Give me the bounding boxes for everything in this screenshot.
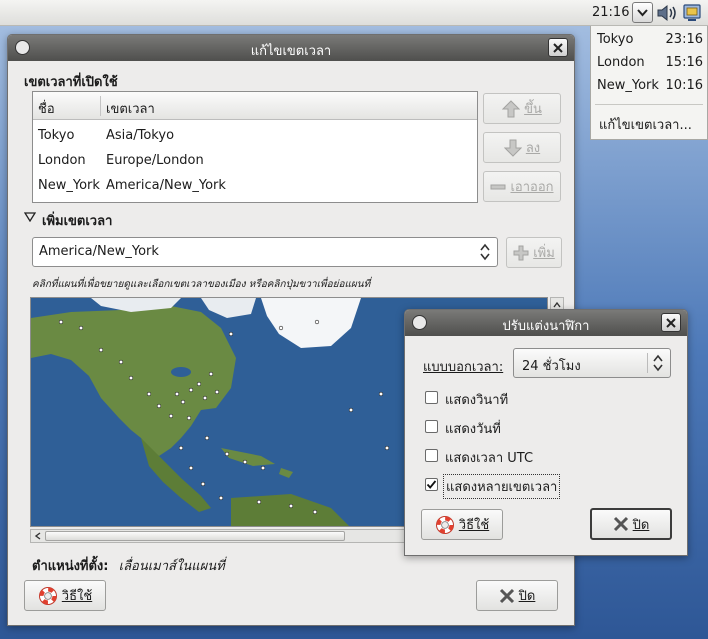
clock-format-label: แบบบอกเวลา:	[423, 360, 504, 375]
location-status: ตำแหน่งที่ตั้ง: เลื่อนเมาส์ในแผนที่	[32, 555, 225, 576]
location-city: London	[597, 55, 645, 70]
window-titlebar[interactable]: แก้ไขเขตเวลา	[8, 35, 574, 61]
table-row[interactable]: London Europe/London	[33, 149, 477, 173]
clock-toggle-button[interactable]	[632, 2, 653, 23]
table-cell: New_York	[38, 178, 100, 193]
active-timezones-heading: เขตเวลาที่เปิดใช้	[24, 75, 118, 90]
minus-icon	[490, 184, 506, 189]
clock-locations-popup: Tokyo 23:16 London 15:16 New_York 10:16 …	[590, 26, 708, 140]
clock-preferences-dialog: ปรับแต่งนาฬิกา แบบบอกเวลา: 24 ชั่วโมง แส…	[404, 309, 688, 556]
add-timezone-heading[interactable]: เพิ่มเขตเวลา	[42, 210, 112, 231]
checkbox-label: แสดงวันที่	[445, 422, 501, 437]
location-row[interactable]: London 15:16	[597, 55, 703, 75]
up-down-arrows-icon	[653, 354, 663, 372]
add-label: เพิ่ม	[533, 246, 555, 261]
column-header-name[interactable]: ชื่อ	[38, 98, 55, 119]
up-down-arrows-icon	[480, 243, 490, 261]
dialog-title: ปรับแต่งนาฬิกา	[502, 319, 590, 334]
location-value: เลื่อนเมาส์ในแผนที่	[118, 559, 225, 574]
dialog-help-button[interactable]: วิธีใช้	[421, 509, 503, 540]
checkbox-label: แสดงวินาที	[445, 393, 509, 408]
location-row[interactable]: Tokyo 23:16	[597, 32, 703, 52]
map-hint-text: คลิกที่แผนที่เพื่อขยายดูและเลือกเขตเวลาข…	[32, 279, 371, 290]
edit-timezones-menu-item[interactable]: แก้ไขเขตเวลา...	[599, 114, 692, 135]
move-up-button[interactable]: ขึ้น	[483, 93, 561, 124]
location-city: New_York	[597, 78, 659, 93]
dialog-close-button[interactable]	[661, 313, 681, 332]
table-cell: America/New_York	[106, 178, 226, 193]
top-panel: 21:16	[0, 0, 708, 26]
help-label: วิธีใช้	[458, 518, 490, 533]
volume-icon[interactable]	[656, 4, 678, 22]
move-up-label: ขึ้น	[524, 102, 542, 117]
close-icon	[666, 317, 676, 328]
location-row[interactable]: New_York 10:16	[597, 78, 703, 98]
table-row[interactable]: New_York America/New_York	[33, 174, 477, 198]
checkbox-label: แสดงหลายเขตเวลา	[442, 474, 561, 499]
close-x-icon	[499, 588, 514, 603]
window-title: แก้ไขเขตเวลา	[250, 44, 332, 59]
help-button[interactable]: วิธีใช้	[24, 580, 106, 611]
panel-clock[interactable]: 21:16	[592, 5, 629, 20]
scrollbar-thumb[interactable]	[45, 531, 345, 541]
column-header-timezone[interactable]: เขตเวลา	[106, 98, 155, 119]
close-label: ปิด	[518, 589, 536, 604]
checkbox[interactable]	[425, 478, 438, 491]
timezone-combo-value: America/New_York	[39, 244, 159, 259]
checkbox[interactable]	[425, 391, 438, 404]
clock-format-value: 24 ชั่วโมง	[522, 359, 581, 374]
lifebuoy-icon	[435, 515, 454, 534]
location-time: 10:16	[665, 78, 703, 93]
close-x-icon	[613, 516, 628, 532]
checkbox[interactable]	[425, 449, 438, 462]
location-time: 23:16	[665, 32, 703, 47]
add-button[interactable]: เพิ่ม	[506, 237, 562, 268]
scroll-left-icon[interactable]	[32, 530, 44, 542]
table-cell: London	[38, 153, 86, 168]
arrow-up-icon	[502, 99, 521, 117]
location-label: ตำแหน่งที่ตั้ง:	[32, 559, 109, 574]
close-icon	[553, 42, 563, 53]
table-cell: Tokyo	[38, 128, 75, 143]
timezone-combo[interactable]: America/New_York	[32, 237, 498, 267]
window-close-button[interactable]	[548, 38, 568, 57]
location-time: 15:16	[665, 55, 703, 70]
expander-triangle-icon[interactable]	[24, 212, 36, 222]
move-down-button[interactable]: ลง	[483, 132, 561, 163]
dialog-titlebar[interactable]: ปรับแต่งนาฬิกา	[405, 310, 687, 336]
popup-divider	[595, 104, 703, 105]
table-row[interactable]: Tokyo Asia/Tokyo	[33, 124, 477, 148]
move-down-label: ลง	[525, 141, 541, 156]
checkbox-label: แสดงเวลา UTC	[445, 451, 534, 466]
table-cell: Europe/London	[106, 153, 204, 168]
network-icon[interactable]	[682, 3, 702, 23]
location-city: Tokyo	[597, 32, 634, 47]
table-cell: Asia/Tokyo	[106, 128, 175, 143]
dialog-close-action-button[interactable]: ปิด	[590, 508, 672, 540]
check-mark-icon	[426, 480, 437, 489]
chevron-down-icon	[637, 8, 648, 16]
close-label: ปิด	[632, 517, 650, 533]
plus-icon	[513, 245, 529, 260]
table-header: ชื่อ เขตเวลา	[33, 92, 477, 120]
lifebuoy-icon	[38, 586, 57, 605]
checkbox[interactable]	[425, 420, 438, 433]
timezone-table[interactable]: ชื่อ เขตเวลา Tokyo Asia/Tokyo London Eur…	[32, 91, 478, 203]
help-label: วิธีใช้	[61, 589, 93, 604]
close-button[interactable]: ปิด	[476, 580, 558, 611]
column-divider	[100, 96, 101, 116]
arrow-down-icon	[503, 139, 522, 157]
clock-format-combo[interactable]: 24 ชั่วโมง	[513, 348, 671, 378]
remove-label: เอาออก	[510, 180, 554, 195]
remove-button[interactable]: เอาออก	[483, 171, 561, 202]
